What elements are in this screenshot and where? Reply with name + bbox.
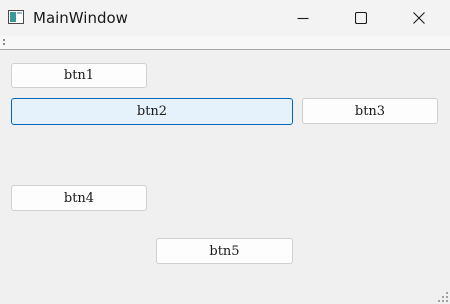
size-grip-icon[interactable]	[438, 292, 448, 302]
btn3-button[interactable]: btn3	[302, 98, 438, 124]
btn1-button[interactable]: btn1	[11, 63, 147, 88]
maximize-button[interactable]	[338, 0, 384, 36]
btn2-button[interactable]: btn2	[11, 98, 293, 125]
toolbar-handle-icon[interactable]	[3, 39, 5, 47]
btn4-button[interactable]: btn4	[11, 185, 147, 211]
minimize-button[interactable]	[280, 0, 326, 36]
close-icon	[413, 12, 425, 24]
maximize-icon	[355, 12, 367, 24]
window-app-icon	[8, 10, 24, 24]
btn5-button[interactable]: btn5	[156, 238, 293, 264]
toolbar	[0, 36, 450, 50]
close-button[interactable]	[396, 0, 442, 36]
main-window: MainWindow btn1 btn2 btn3 btn4 btn5	[0, 0, 450, 304]
window-title: MainWindow	[33, 9, 128, 27]
title-bar[interactable]: MainWindow	[0, 0, 450, 36]
minimize-icon	[297, 17, 309, 20]
